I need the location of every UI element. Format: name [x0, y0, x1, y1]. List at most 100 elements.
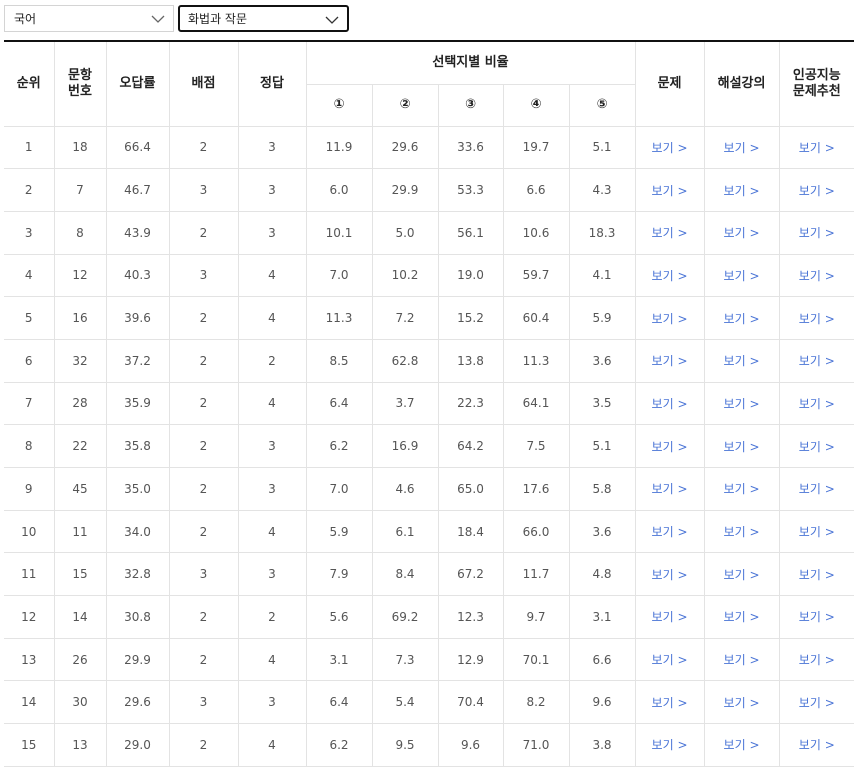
choice-3-cell: 22.3 [437, 381, 504, 426]
choice-4-cell: 6.6 [502, 168, 570, 212]
question-no-cell: 32 [53, 338, 107, 383]
lecture-view-link[interactable]: 보기 > [703, 424, 780, 468]
ai-recommend-view-link[interactable]: 보기 > [778, 338, 855, 383]
rank-cell: 6 [4, 338, 55, 383]
answer-cell: 3 [237, 424, 307, 468]
choice-2-cell: 5.0 [371, 210, 439, 255]
points-cell: 3 [168, 552, 239, 597]
lecture-view-link[interactable]: 보기 > [703, 723, 780, 767]
ai-recommend-view-link[interactable]: 보기 > [778, 467, 855, 511]
question-no-cell: 7 [53, 168, 107, 212]
header-choice-3: ③ [437, 83, 504, 127]
error-rate-cell: 29.9 [105, 637, 170, 682]
answer-cell: 4 [237, 253, 307, 298]
lecture-view-link[interactable]: 보기 > [703, 637, 780, 682]
points-cell: 2 [168, 723, 239, 767]
question-no-cell: 13 [53, 723, 107, 767]
choice-1-cell: 5.9 [305, 509, 373, 554]
problem-view-link[interactable]: 보기 > [634, 595, 705, 639]
rank-cell: 12 [4, 595, 55, 639]
table-row: 9 45 35.0 2 3 7.0 4.6 65.0 17.6 5.8 보기 > 보기 > 보기 > [4, 467, 855, 511]
elective-select[interactable]: 화법과 작문 [178, 5, 349, 32]
choice-5-cell: 4.8 [568, 552, 636, 597]
lecture-view-link[interactable]: 보기 > [703, 296, 780, 340]
header-question-no: 문항 번호 [53, 40, 107, 127]
subject-select[interactable]: 국어 [4, 5, 174, 32]
choice-2-cell: 9.5 [371, 723, 439, 767]
rank-cell: 4 [4, 253, 55, 298]
problem-view-link[interactable]: 보기 > [634, 467, 705, 511]
choice-2-cell: 4.6 [371, 467, 439, 511]
problem-view-link[interactable]: 보기 > [634, 381, 705, 426]
ai-recommend-view-link[interactable]: 보기 > [778, 253, 855, 298]
error-rate-cell: 35.8 [105, 424, 170, 468]
problem-view-link[interactable]: 보기 > [634, 296, 705, 340]
problem-view-link[interactable]: 보기 > [634, 125, 705, 170]
table-row: 10 11 34.0 2 4 5.9 6.1 18.4 66.0 3.6 보기 > 보기 > 보기 > [4, 509, 855, 554]
choice-5-cell: 3.8 [568, 723, 636, 767]
problem-view-link[interactable]: 보기 > [634, 552, 705, 597]
ai-recommend-view-link[interactable]: 보기 > [778, 296, 855, 340]
answer-cell: 4 [237, 381, 307, 426]
ai-recommend-view-link[interactable]: 보기 > [778, 595, 855, 639]
choice-2-cell: 7.2 [371, 296, 439, 340]
choice-5-cell: 3.5 [568, 381, 636, 426]
lecture-view-link[interactable]: 보기 > [703, 253, 780, 298]
lecture-view-link[interactable]: 보기 > [703, 381, 780, 426]
filter-bar: 국어 화법과 작문 [4, 5, 349, 32]
choice-3-cell: 18.4 [437, 509, 504, 554]
ai-recommend-view-link[interactable]: 보기 > [778, 680, 855, 725]
error-rate-table: 순위 문항 번호 오답률 배점 정답 선택지별 비율 문제 해설강의 인공지능 문제… [4, 40, 855, 767]
ai-recommend-view-link[interactable]: 보기 > [778, 168, 855, 212]
choice-3-cell: 65.0 [437, 467, 504, 511]
lecture-view-link[interactable]: 보기 > [703, 338, 780, 383]
problem-view-link[interactable]: 보기 > [634, 723, 705, 767]
points-cell: 2 [168, 637, 239, 682]
table-row: 12 14 30.8 2 2 5.6 69.2 12.3 9.7 3.1 보기 > 보기 > 보기 > [4, 595, 855, 639]
ai-recommend-view-link[interactable]: 보기 > [778, 381, 855, 426]
problem-view-link[interactable]: 보기 > [634, 424, 705, 468]
lecture-view-link[interactable]: 보기 > [703, 168, 780, 212]
choice-2-cell: 29.6 [371, 125, 439, 170]
lecture-view-link[interactable]: 보기 > [703, 680, 780, 725]
choice-5-cell: 5.1 [568, 424, 636, 468]
chevron-down-icon [151, 12, 165, 26]
lecture-view-link[interactable]: 보기 > [703, 467, 780, 511]
points-cell: 2 [168, 125, 239, 170]
lecture-view-link[interactable]: 보기 > [703, 509, 780, 554]
problem-view-link[interactable]: 보기 > [634, 637, 705, 682]
table-row: 11 15 32.8 3 3 7.9 8.4 67.2 11.7 4.8 보기 > 보기 > 보기 > [4, 552, 855, 597]
ai-recommend-view-link[interactable]: 보기 > [778, 637, 855, 682]
choice-4-cell: 11.7 [502, 552, 570, 597]
question-no-cell: 30 [53, 680, 107, 725]
ai-recommend-view-link[interactable]: 보기 > [778, 210, 855, 255]
ai-recommend-view-link[interactable]: 보기 > [778, 125, 855, 170]
choice-3-cell: 9.6 [437, 723, 504, 767]
rank-cell: 10 [4, 509, 55, 554]
ai-recommend-view-link[interactable]: 보기 > [778, 723, 855, 767]
ai-recommend-view-link[interactable]: 보기 > [778, 552, 855, 597]
lecture-view-link[interactable]: 보기 > [703, 210, 780, 255]
ai-recommend-view-link[interactable]: 보기 > [778, 509, 855, 554]
problem-view-link[interactable]: 보기 > [634, 338, 705, 383]
answer-cell: 3 [237, 168, 307, 212]
points-cell: 3 [168, 168, 239, 212]
choice-4-cell: 70.1 [502, 637, 570, 682]
problem-view-link[interactable]: 보기 > [634, 509, 705, 554]
choice-3-cell: 70.4 [437, 680, 504, 725]
lecture-view-link[interactable]: 보기 > [703, 125, 780, 170]
problem-view-link[interactable]: 보기 > [634, 680, 705, 725]
rank-cell: 14 [4, 680, 55, 725]
problem-view-link[interactable]: 보기 > [634, 210, 705, 255]
choice-4-cell: 10.6 [502, 210, 570, 255]
problem-view-link[interactable]: 보기 > [634, 168, 705, 212]
choice-3-cell: 53.3 [437, 168, 504, 212]
question-no-cell: 12 [53, 253, 107, 298]
choice-5-cell: 5.1 [568, 125, 636, 170]
ai-recommend-view-link[interactable]: 보기 > [778, 424, 855, 468]
rank-cell: 15 [4, 723, 55, 767]
error-rate-cell: 29.6 [105, 680, 170, 725]
problem-view-link[interactable]: 보기 > [634, 253, 705, 298]
lecture-view-link[interactable]: 보기 > [703, 552, 780, 597]
lecture-view-link[interactable]: 보기 > [703, 595, 780, 639]
